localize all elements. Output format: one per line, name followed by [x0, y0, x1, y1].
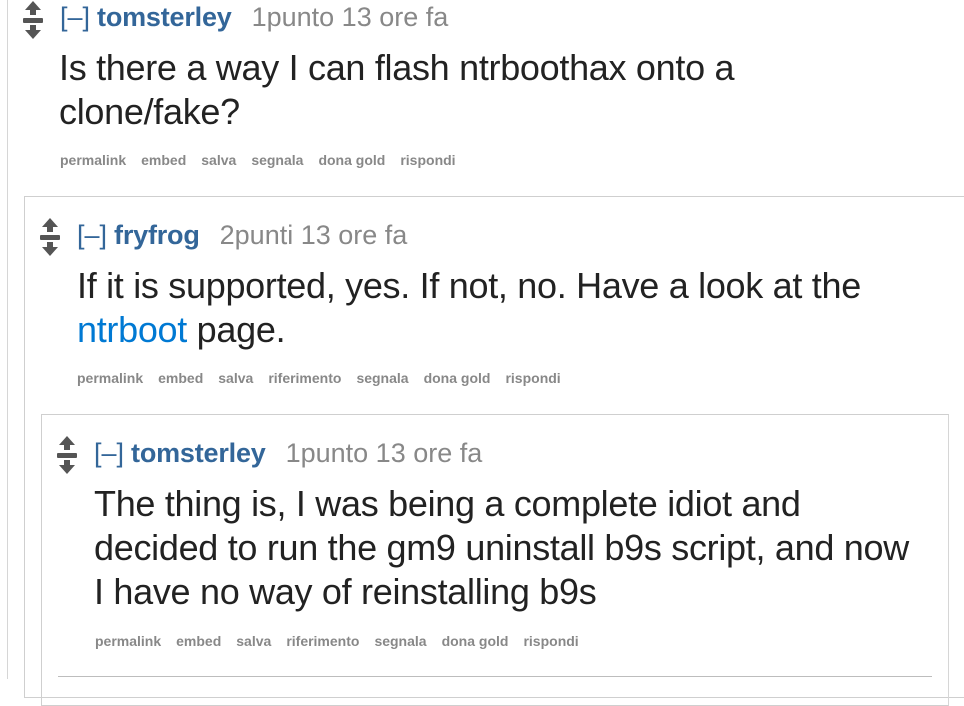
comment-body: Is there a way I can flash ntrboothax on…	[59, 47, 735, 132]
reply-link[interactable]: rispondi	[400, 152, 455, 168]
comment-actions: permalink embed salva segnala dona gold …	[60, 152, 471, 168]
permalink-link[interactable]: permalink	[77, 370, 143, 386]
comment-author[interactable]: fryfrog	[114, 220, 200, 251]
vote-arrows	[40, 218, 60, 256]
comment-author[interactable]: tomsterley	[97, 2, 232, 33]
comment-score-time: 2punti 13 ore fa	[219, 219, 408, 250]
downvote-arrow-icon[interactable]	[25, 25, 41, 39]
source-link[interactable]: riferimento	[268, 370, 341, 386]
reply-link[interactable]: rispondi	[505, 370, 560, 386]
permalink-link[interactable]: permalink	[60, 152, 126, 168]
save-link[interactable]: salva	[236, 633, 271, 649]
report-link[interactable]: segnala	[251, 152, 303, 168]
reply-link[interactable]: rispondi	[523, 633, 578, 649]
give-gold-link[interactable]: dona gold	[318, 152, 385, 168]
comment-body: If it is supported, yes. If not, no. Hav…	[77, 264, 947, 352]
vote-arrows	[57, 436, 77, 474]
give-gold-link[interactable]: dona gold	[442, 633, 509, 649]
embed-link[interactable]: embed	[158, 370, 203, 386]
comment-body-text: page.	[186, 309, 286, 350]
upvote-arrow-icon[interactable]	[42, 218, 58, 232]
save-link[interactable]: salva	[201, 152, 236, 168]
collapse-toggle[interactable]: [–]	[94, 438, 124, 469]
upvote-arrow-icon[interactable]	[25, 1, 41, 15]
permalink-link[interactable]: permalink	[95, 633, 161, 649]
report-link[interactable]: segnala	[356, 370, 408, 386]
collapse-toggle[interactable]: [–]	[77, 220, 107, 251]
ntrboot-link[interactable]: ntrboot	[77, 309, 187, 350]
source-link[interactable]: riferimento	[286, 633, 359, 649]
comment-body-text: If it is supported, yes. If not, no. Hav…	[77, 265, 861, 306]
embed-link[interactable]: embed	[141, 152, 186, 168]
comment-actions: permalink embed salva riferimento segnal…	[95, 633, 594, 649]
vote-arrows	[23, 1, 43, 39]
comment-1: [–] tomsterley 1punto 13 ore fa Is there…	[0, 0, 964, 190]
nested-reply-divider	[58, 676, 932, 677]
give-gold-link[interactable]: dona gold	[424, 370, 491, 386]
downvote-arrow-icon[interactable]	[59, 460, 75, 474]
downvote-arrow-icon[interactable]	[42, 242, 58, 256]
comment-author[interactable]: tomsterley	[131, 438, 266, 469]
comment-score-time: 1punto 13 ore fa	[251, 1, 449, 32]
upvote-arrow-icon[interactable]	[59, 436, 75, 450]
report-link[interactable]: segnala	[374, 633, 426, 649]
comment-body: The thing is, I was being a complete idi…	[94, 483, 909, 612]
embed-link[interactable]: embed	[176, 633, 221, 649]
comment-actions: permalink embed salva riferimento segnal…	[77, 370, 576, 386]
collapse-toggle[interactable]: [–]	[60, 2, 90, 33]
save-link[interactable]: salva	[218, 370, 253, 386]
comment-score-time: 1punto 13 ore fa	[285, 437, 483, 468]
